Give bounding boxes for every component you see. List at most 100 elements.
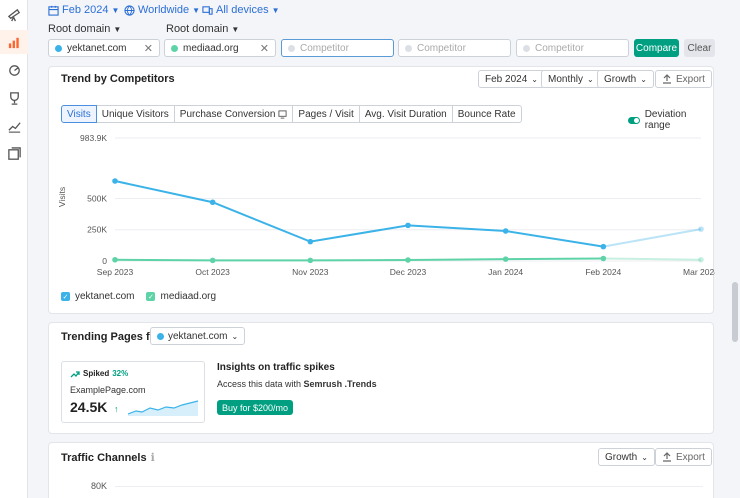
series-line-0	[114, 180, 604, 248]
insight-brand: Semrush .Trends	[303, 379, 377, 389]
x-tick-label: Mar 2024	[683, 267, 715, 277]
checkbox-icon[interactable]: ✓	[146, 292, 156, 301]
y-tick-label: 250K	[87, 225, 107, 235]
trending-domain-select[interactable]: yektanet.com ⌄	[150, 327, 246, 345]
toggle-switch[interactable]	[628, 116, 640, 124]
chevron-down-icon: ▼	[113, 24, 122, 34]
trend-card: Trend by Competitors Feb 2024 ⌄ Monthly ⌄ …	[48, 66, 715, 314]
mode-select[interactable]: Growth ⌄	[597, 70, 654, 88]
compare-button[interactable]: Compare	[634, 39, 679, 57]
y-tick-label: 983.9K	[80, 133, 107, 143]
series-projection-1	[603, 257, 702, 261]
series-projection-0	[603, 228, 702, 248]
chevron-down-icon: ▼	[192, 5, 201, 15]
devices-icon	[202, 5, 213, 15]
export-icon	[663, 74, 671, 84]
insight-title: Insights on traffic spikes	[217, 362, 335, 373]
tab-avg-visit-duration[interactable]: Avg. Visit Duration	[359, 105, 453, 123]
region-filter-label: Worldwide	[138, 4, 190, 16]
scrollbar[interactable]	[730, 0, 740, 498]
domain-input-1[interactable]: yektanet.com ✕	[48, 39, 160, 57]
data-point	[600, 255, 607, 262]
spike-page: ExamplePage.com	[70, 385, 146, 395]
competitor-placeholder: Competitor	[535, 42, 584, 54]
data-point	[502, 256, 509, 262]
root-domain-label: Root domain	[166, 23, 229, 35]
x-tick-label: Feb 2024	[585, 267, 621, 277]
export-label: Export	[676, 73, 705, 85]
analytics-icon[interactable]	[6, 62, 22, 78]
domain-input-2[interactable]: mediaad.org ✕	[164, 39, 276, 57]
trending-title: Trending Pages for:	[61, 331, 165, 343]
y-tick-label: 80K	[91, 481, 108, 491]
granularity-select[interactable]: Monthly ⌄	[541, 70, 601, 88]
root-domain-select-2[interactable]: Root domain ▼	[166, 23, 239, 35]
competitor-input-3[interactable]: Competitor	[516, 39, 629, 57]
export-label: Export	[676, 451, 705, 463]
data-point	[502, 228, 509, 234]
x-tick-label: Dec 2023	[390, 267, 427, 277]
series-line-1	[114, 257, 604, 262]
competitor-input-1[interactable]: Competitor	[281, 39, 394, 57]
spike-value: 24.5K	[70, 399, 108, 415]
calendar-icon	[48, 5, 59, 16]
tab-pages-per-visit[interactable]: Pages / Visit	[293, 105, 360, 123]
deviation-label: Deviation range	[644, 109, 687, 131]
y-axis-label: Visits	[57, 187, 67, 207]
trophy-icon[interactable]	[6, 90, 22, 106]
clear-x-icon[interactable]: ✕	[144, 42, 153, 55]
competitor-input-2[interactable]: Competitor	[398, 39, 511, 57]
data-point	[600, 243, 607, 250]
device-filter[interactable]: All devices ▼	[202, 4, 280, 16]
region-filter[interactable]: Worldwide ▼	[124, 4, 200, 16]
spike-tag: Spiked 32%	[70, 369, 128, 378]
period-label: Feb 2024	[485, 73, 528, 85]
deviation-toggle[interactable]: Deviation range	[628, 109, 713, 131]
trend-chart-icon[interactable]	[6, 118, 22, 134]
tab-bounce-rate[interactable]: Bounce Rate	[452, 105, 522, 123]
x-tick-label: Oct 2023	[195, 267, 230, 277]
clear-x-icon[interactable]: ✕	[260, 42, 269, 55]
top-filter-bar: Feb 2024 ▼ Worldwide ▼ All devices ▼ Roo…	[28, 0, 730, 64]
checkbox-icon[interactable]: ✓	[61, 292, 70, 301]
chevron-down-icon: ▼	[111, 5, 120, 15]
monitor-icon	[278, 109, 287, 119]
traffic-mode-select[interactable]: Growth ⌄	[598, 448, 655, 466]
root-domain-select-1[interactable]: Root domain ▼	[48, 23, 121, 35]
telescope-icon[interactable]	[6, 6, 22, 22]
insight-text-prefix: Access this data with	[217, 379, 304, 389]
series-dot	[523, 44, 530, 52]
data-point	[698, 226, 704, 232]
trending-domain-label: yektanet.com	[168, 330, 228, 342]
bar-chart-icon[interactable]	[0, 30, 28, 54]
chevron-down-icon: ⌄	[641, 452, 648, 462]
pages-icon[interactable]	[6, 146, 22, 162]
series-dot	[157, 332, 164, 340]
chevron-down-icon: ⌄	[587, 74, 594, 84]
legend-item-mediaad[interactable]: ✓ mediaad.org	[146, 291, 216, 302]
tab-purchase-conversion[interactable]: Purchase Conversion	[174, 105, 294, 123]
legend-item-yektanet[interactable]: ✓ yektanet.com	[61, 291, 134, 302]
data-point	[307, 238, 314, 245]
info-icon[interactable]: ℹ	[151, 451, 155, 464]
tab-unique-visitors[interactable]: Unique Visitors	[96, 105, 175, 123]
export-button[interactable]: Export	[655, 70, 712, 88]
period-select[interactable]: Feb 2024 ⌄	[478, 70, 545, 88]
legend-label: yektanet.com	[75, 291, 135, 302]
traffic-title-text: Traffic Channels	[61, 451, 147, 464]
metric-tabs: Visits Unique Visitors Purchase Conversi…	[61, 105, 522, 123]
clear-button[interactable]: Clear	[684, 39, 715, 57]
trend-title: Trend by Competitors	[61, 73, 175, 85]
chevron-down-icon: ⌄	[231, 331, 239, 341]
date-filter[interactable]: Feb 2024 ▼	[48, 4, 119, 16]
spike-pct: 32%	[112, 369, 129, 378]
tab-visits[interactable]: Visits	[61, 105, 97, 123]
scroll-thumb[interactable]	[732, 282, 738, 342]
chevron-down-icon: ⌄	[640, 74, 647, 84]
y-tick-label: 500K	[87, 193, 107, 203]
buy-button[interactable]: Buy for $200/mo	[217, 400, 294, 415]
traffic-export-button[interactable]: Export	[655, 448, 712, 466]
traffic-channels-card: Traffic Channels ℹ Growth ⌄ Export 80K	[48, 442, 714, 498]
trend-up-icon	[70, 370, 80, 377]
x-tick-label: Sep 2023	[97, 267, 134, 277]
